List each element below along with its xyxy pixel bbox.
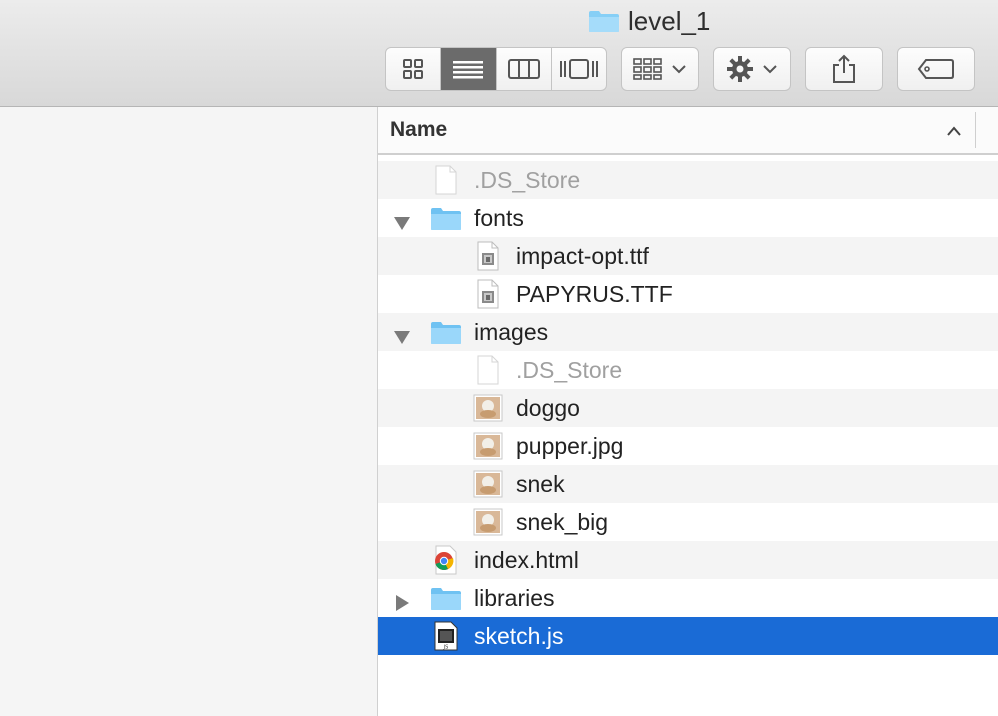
file-row[interactable]: snek (378, 465, 998, 503)
image-thumbnail-icon (472, 392, 504, 424)
list-view-icon (453, 61, 484, 79)
action-button[interactable] (713, 47, 791, 91)
gear-icon (727, 56, 753, 82)
file-row[interactable]: PAPYRUS.TTF (378, 275, 998, 313)
svg-text:JS: JS (443, 645, 449, 651)
file-row[interactable]: snek_big (378, 503, 998, 541)
icon-view-button[interactable] (386, 48, 442, 90)
disclosure-expanded-icon[interactable] (394, 324, 410, 344)
arrange-button[interactable] (621, 47, 699, 91)
file-list: Name .DS_Store fonts impact-opt.ttf PAPYRUS… (378, 107, 998, 716)
folder-icon (430, 202, 462, 234)
folder-icon (430, 316, 462, 348)
arrange-grid-icon (633, 58, 662, 80)
file-row[interactable]: index.html (378, 541, 998, 579)
list-view-button[interactable] (441, 48, 497, 90)
image-thumbnail-icon (472, 468, 504, 500)
blank-file-icon (430, 164, 462, 196)
tag-icon (917, 59, 954, 79)
file-name: snek_big (516, 509, 609, 535)
file-row[interactable]: pupper.jpg (378, 427, 998, 465)
file-name: fonts (474, 205, 524, 231)
column-view-button[interactable] (497, 48, 552, 90)
file-row[interactable]: .DS_Store (378, 161, 998, 199)
cover-flow-view-icon (559, 59, 598, 79)
share-icon (833, 54, 855, 83)
file-name: images (474, 319, 549, 345)
column-view-icon (507, 59, 540, 79)
name-column-header[interactable]: Name (390, 118, 447, 142)
file-name: doggo (516, 395, 580, 421)
file-row[interactable]: .DS_Store (378, 351, 998, 389)
file-name: pupper.jpg (516, 433, 624, 459)
file-row[interactable]: JS sketch.js (378, 617, 998, 655)
tags-button[interactable] (897, 47, 975, 91)
file-name: snek (516, 471, 565, 497)
blank-file-icon (472, 354, 504, 386)
file-row[interactable]: images (378, 313, 998, 351)
folder-icon (430, 582, 462, 614)
image-thumbnail-icon (472, 506, 504, 538)
js-file-icon: JS (430, 620, 462, 652)
sort-ascending-icon[interactable] (946, 125, 962, 137)
cover-flow-view-button[interactable] (552, 48, 606, 90)
file-name: PAPYRUS.TTF (516, 281, 673, 307)
window-title: level_1 (588, 5, 710, 37)
font-file-icon (472, 240, 504, 272)
share-button[interactable] (805, 47, 883, 91)
icon-view-icon (403, 59, 424, 79)
chevron-down-icon (763, 65, 777, 74)
file-row[interactable]: impact-opt.ttf (378, 237, 998, 275)
file-name: .DS_Store (516, 357, 623, 383)
file-name: impact-opt.ttf (516, 243, 649, 269)
sidebar (0, 107, 378, 716)
chevron-down-icon (672, 65, 686, 74)
folder-icon (589, 11, 619, 32)
file-name: sketch.js (474, 623, 564, 649)
disclosure-collapsed-icon[interactable] (394, 590, 410, 611)
column-separator (975, 112, 976, 148)
file-row[interactable]: libraries (378, 579, 998, 617)
file-name: index.html (474, 547, 579, 573)
chrome-html-icon (430, 544, 462, 576)
image-thumbnail-icon (472, 430, 504, 462)
file-row[interactable]: doggo (378, 389, 998, 427)
disclosure-expanded-icon[interactable] (394, 210, 410, 230)
view-mode-segmented-control (385, 47, 607, 91)
file-name: .DS_Store (474, 167, 581, 193)
window-title-text: level_1 (628, 5, 711, 36)
toolbar: level_1 (0, 0, 998, 107)
file-row[interactable]: fonts (378, 199, 998, 237)
file-name: libraries (474, 585, 555, 611)
list-header: Name (378, 107, 998, 155)
font-file-icon (472, 278, 504, 310)
